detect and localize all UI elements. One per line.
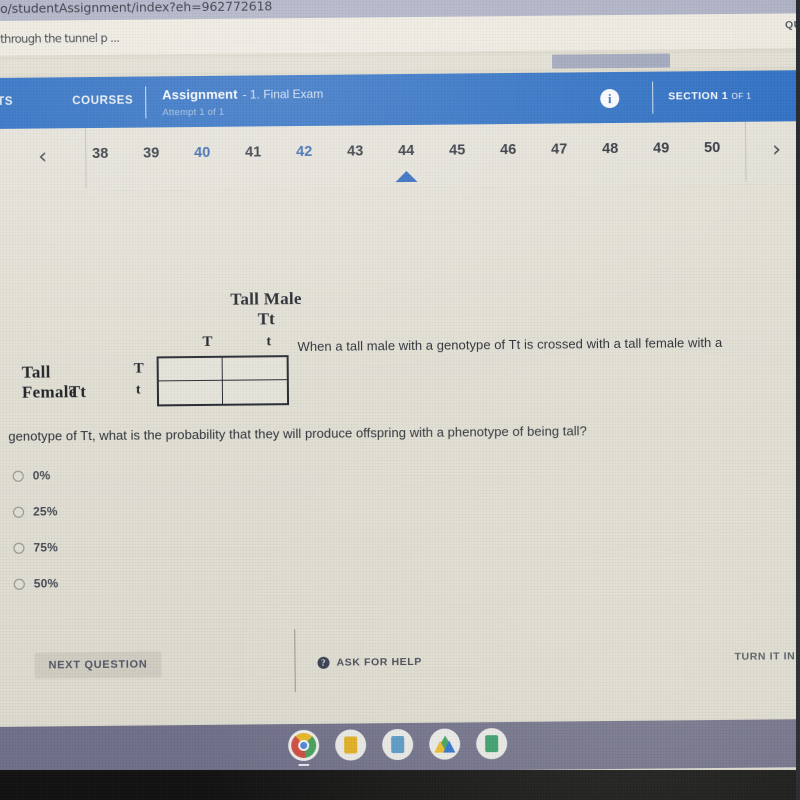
next-question-button[interactable]: NEXT QUESTION	[34, 651, 162, 679]
shelf-app-icons	[288, 728, 508, 762]
chevron-left-icon[interactable]: ‹	[38, 144, 47, 169]
assignment-label: Assignment	[162, 86, 238, 103]
chrome-core	[298, 739, 310, 752]
answer-option-3[interactable]: 75%	[13, 529, 58, 565]
drive-triangle	[434, 735, 455, 753]
answer-options-list: 0% 25% 75% 50%	[12, 457, 59, 601]
assignment-info: Assignment - 1. Final Exam Attempt 1 of 1	[162, 85, 323, 119]
chromeos-shelf	[0, 719, 800, 775]
punnett-col-header-1: T	[202, 333, 213, 350]
question-number-44[interactable]: 44	[398, 143, 414, 159]
section-indicator: SECTION 1 OF 1	[668, 90, 751, 103]
punnett-col-header-2: t	[266, 334, 272, 350]
section-of-text: OF 1	[731, 91, 752, 101]
question-number-42[interactable]: 42	[296, 144, 312, 160]
app-header: IENTS COURSES Assignment - 1. Final Exam …	[0, 70, 800, 130]
attempt-text: Attempt 1 of 1	[162, 106, 225, 119]
question-number-38[interactable]: 38	[92, 146, 108, 162]
section-text: SECTION 1	[668, 89, 729, 103]
sheets-glyph	[485, 735, 499, 753]
punnett-male-title: Tall Male	[230, 289, 302, 309]
punnett-cell	[222, 357, 287, 381]
screen-bezel-bottom	[0, 770, 800, 800]
radio-button-1[interactable]	[12, 470, 24, 482]
google-docs-icon[interactable]	[382, 728, 414, 761]
chevron-right-icon[interactable]: ›	[772, 137, 781, 162]
question-text-line-1: When a tall male with a genotype of Tt i…	[297, 334, 723, 355]
question-number-strip: ‹ ‹ 38394041424344454647484950 ›	[0, 121, 800, 193]
question-text-line-2: genotype of Tt, what is the probability …	[8, 423, 587, 444]
address-bar-url[interactable]: o/studentAssignment/index?eh=962772618	[0, 0, 272, 16]
current-question-pointer	[395, 170, 418, 183]
ask-for-help-label: ASK FOR HELP	[336, 655, 422, 669]
google-slides-icon[interactable]	[335, 729, 367, 761]
nav-assignments[interactable]: IENTS	[0, 96, 13, 108]
punnett-cell	[223, 380, 287, 404]
punnett-row-header-1: T	[133, 360, 144, 377]
answer-option-2[interactable]: 25%	[13, 493, 58, 529]
screen-bezel-right	[796, 0, 800, 800]
google-sheets-icon[interactable]	[476, 728, 508, 760]
strip-divider-left	[84, 128, 87, 189]
answer-option-label: 25%	[33, 504, 58, 519]
punnett-female-genotype: Tt	[68, 382, 87, 402]
question-number-47[interactable]: 47	[551, 141, 567, 157]
punnett-male-genotype: Tt	[257, 309, 275, 329]
info-icon[interactable]: i	[600, 88, 620, 109]
turn-it-in-button[interactable]: TURN IT IN	[734, 650, 795, 663]
question-number-43[interactable]: 43	[347, 143, 363, 159]
chrome-icon[interactable]	[288, 729, 320, 762]
radio-button-3[interactable]	[13, 542, 25, 554]
strip-divider-right	[744, 121, 747, 182]
answer-option-label: 75%	[33, 540, 59, 555]
question-number-46[interactable]: 46	[500, 142, 516, 158]
radio-button-4[interactable]	[13, 578, 25, 590]
google-drive-icon[interactable]	[429, 728, 461, 760]
chromebook-screen-photo: o/studentAssignment/index?eh=962772618 t…	[0, 0, 800, 800]
browser-tab-title[interactable]: through the tunnel p ...	[0, 31, 119, 46]
answer-option-4[interactable]: 50%	[13, 565, 59, 601]
question-number-49[interactable]: 49	[653, 140, 669, 156]
assignment-name: - 1. Final Exam	[242, 86, 324, 102]
punnett-cell	[158, 357, 223, 382]
answer-option-label: 0%	[32, 468, 51, 483]
ask-for-help-button[interactable]: ? ASK FOR HELP	[317, 655, 422, 669]
punnett-cell	[158, 380, 224, 405]
header-divider-right	[652, 81, 654, 114]
punnett-grid	[156, 355, 290, 407]
answer-option-1[interactable]: 0%	[12, 457, 58, 493]
chrome-ring	[291, 732, 317, 759]
docs-glyph	[391, 736, 405, 754]
slides-glyph	[344, 736, 358, 754]
question-number-39[interactable]: 39	[143, 145, 159, 161]
help-icon: ?	[317, 656, 330, 669]
question-number-40[interactable]: 40	[194, 145, 210, 161]
answer-option-label: 50%	[33, 576, 59, 591]
footer-divider	[294, 629, 296, 693]
punnett-row-header-2: t	[135, 382, 141, 398]
nav-courses[interactable]: COURSES	[72, 95, 133, 108]
chrome-running-indicator	[298, 763, 310, 767]
question-number-41[interactable]: 41	[245, 144, 261, 160]
horizontal-scrollbar-thumb[interactable]	[552, 53, 671, 69]
question-number-48[interactable]: 48	[602, 141, 618, 157]
radio-button-2[interactable]	[13, 506, 25, 518]
question-content-area: Tall Male Tt T t Tall Female Tt T t When…	[0, 184, 800, 725]
question-number-50[interactable]: 50	[704, 140, 720, 156]
header-divider-left	[145, 86, 147, 119]
question-number-45[interactable]: 45	[449, 142, 465, 158]
